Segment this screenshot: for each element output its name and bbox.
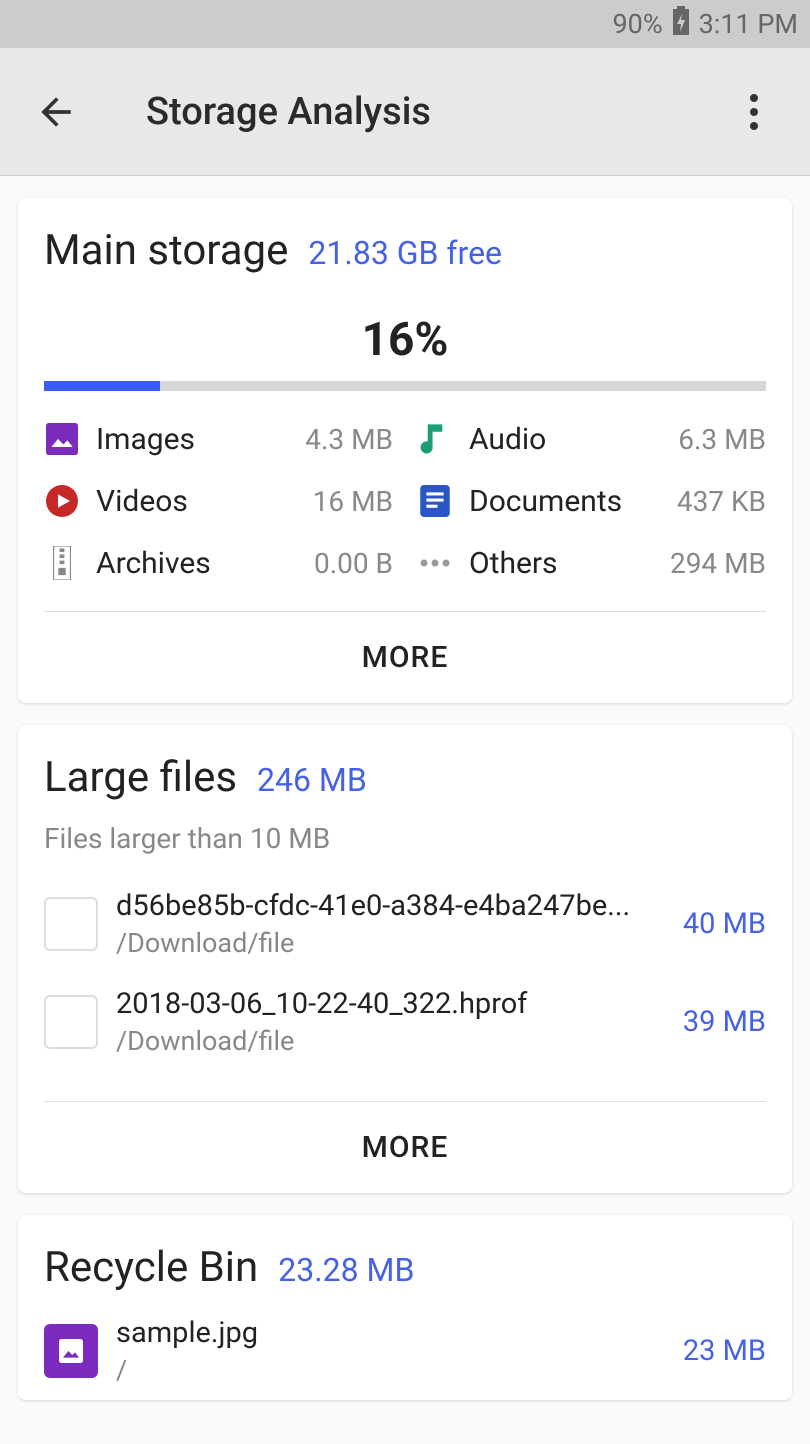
more-options-button[interactable] <box>726 84 782 140</box>
file-size: 23 MB <box>683 1334 766 1368</box>
file-thumb-placeholder <box>44 995 98 1049</box>
file-name: 2018-03-06_10-22-40_322.hprof <box>116 987 669 1021</box>
time-label: 3:11 PM <box>699 8 798 40</box>
recycle-bin-total: 23.28 MB <box>278 1251 414 1289</box>
categories-grid: Images 4.3 MB Audio 6.3 MB Videos 16 MB <box>18 421 792 581</box>
file-name: d56be85b-cfdc-41e0-a384-e4ba247be... <box>116 889 669 923</box>
recycle-file-item[interactable]: sample.jpg / 23 MB <box>18 1302 792 1400</box>
large-file-item[interactable]: 2018-03-06_10-22-40_322.hprof /Download/… <box>18 973 792 1071</box>
app-bar: Storage Analysis <box>0 48 810 176</box>
main-storage-card: Main storage 21.83 GB free 16% Images 4.… <box>18 198 792 703</box>
large-files-hint: Files larger than 10 MB <box>18 812 792 875</box>
file-size: 39 MB <box>683 1005 766 1039</box>
file-path: /Download/file <box>116 1025 669 1057</box>
category-others[interactable]: Others 294 MB <box>417 545 766 581</box>
category-videos[interactable]: Videos 16 MB <box>44 483 393 519</box>
large-files-more-button[interactable]: MORE <box>18 1102 792 1193</box>
large-files-card: Large files 246 MB Files larger than 10 … <box>18 725 792 1193</box>
battery-charging-icon <box>671 6 691 43</box>
file-thumb-placeholder <box>44 897 98 951</box>
usage-percent: 16% <box>18 285 792 381</box>
recycle-bin-title: Recycle Bin <box>44 1243 258 1292</box>
videos-icon <box>44 483 80 519</box>
images-icon <box>44 421 80 457</box>
file-path: / <box>116 1354 669 1386</box>
large-file-item[interactable]: d56be85b-cfdc-41e0-a384-e4ba247be... /Do… <box>18 875 792 973</box>
category-audio[interactable]: Audio 6.3 MB <box>417 421 766 457</box>
file-size: 40 MB <box>683 907 766 941</box>
category-archives[interactable]: Archives 0.00 B <box>44 545 393 581</box>
large-files-total: 246 MB <box>257 761 367 799</box>
battery-percent: 90% <box>613 8 663 40</box>
arrow-left-icon <box>34 90 78 134</box>
status-bar: 90% 3:11 PM <box>0 0 810 48</box>
category-documents[interactable]: Documents 437 KB <box>417 483 766 519</box>
more-vert-icon <box>750 94 758 130</box>
page-title: Storage Analysis <box>146 90 726 134</box>
category-images[interactable]: Images 4.3 MB <box>44 421 393 457</box>
main-storage-title: Main storage <box>44 226 288 275</box>
image-file-icon <box>44 1324 98 1378</box>
archives-icon <box>44 545 80 581</box>
audio-icon <box>417 421 453 457</box>
storage-progress-fill <box>44 381 160 391</box>
main-storage-free: 21.83 GB free <box>308 234 502 272</box>
others-icon <box>417 545 453 581</box>
recycle-bin-card: Recycle Bin 23.28 MB sample.jpg / 23 MB <box>18 1215 792 1400</box>
file-path: /Download/file <box>116 927 669 959</box>
main-storage-more-button[interactable]: MORE <box>18 612 792 703</box>
back-button[interactable] <box>28 84 84 140</box>
content-area: Main storage 21.83 GB free 16% Images 4.… <box>0 176 810 1444</box>
large-files-title: Large files <box>44 753 237 802</box>
documents-icon <box>417 483 453 519</box>
file-name: sample.jpg <box>116 1316 669 1350</box>
storage-progress <box>44 381 766 391</box>
